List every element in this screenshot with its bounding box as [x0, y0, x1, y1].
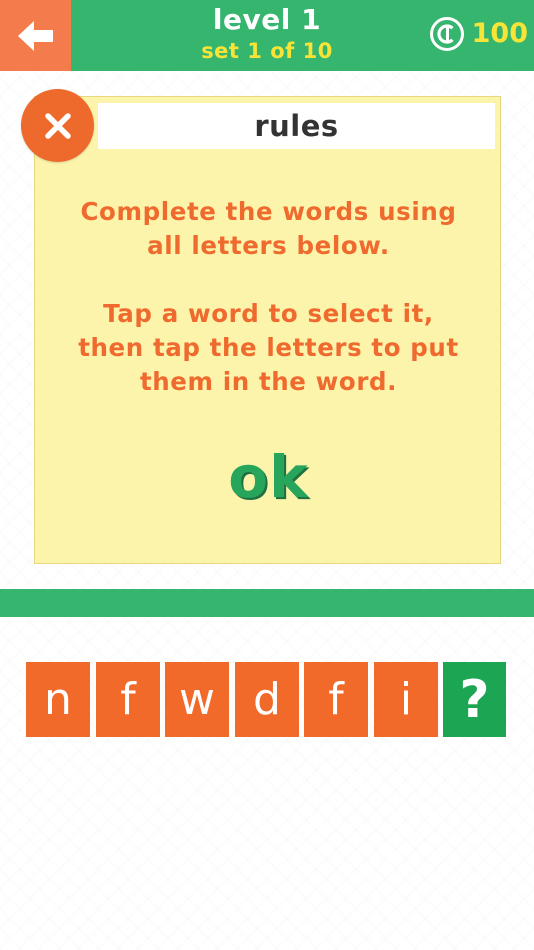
rules-dialog: rules Complete the words using all lette… [34, 96, 501, 564]
coin-balance: 100 [429, 14, 528, 54]
top-bar: level 1 set 1 of 10 100 [0, 0, 534, 71]
close-icon [44, 112, 71, 139]
rules-paragraph-2: Tap a word to select it, then tap the le… [78, 299, 459, 396]
hint-button[interactable]: ? [443, 662, 506, 737]
letter-tile[interactable]: d [235, 662, 299, 737]
word-area-divider [0, 589, 534, 617]
letter-tile[interactable]: n [26, 662, 90, 737]
letter-tile[interactable]: f [96, 662, 160, 737]
close-button[interactable] [21, 89, 94, 162]
dialog-header: rules [98, 103, 495, 149]
letter-tile[interactable]: f [304, 662, 368, 737]
letter-tile[interactable]: i [374, 662, 438, 737]
coin-count: 100 [471, 18, 528, 49]
letter-tile[interactable]: w [165, 662, 229, 737]
dialog-title: rules [254, 109, 339, 143]
rules-text: Complete the words using all letters bel… [35, 195, 502, 399]
ok-button[interactable]: ok [35, 442, 502, 512]
rules-paragraph-1: Complete the words using all letters bel… [80, 197, 457, 260]
coin-icon [429, 17, 464, 51]
